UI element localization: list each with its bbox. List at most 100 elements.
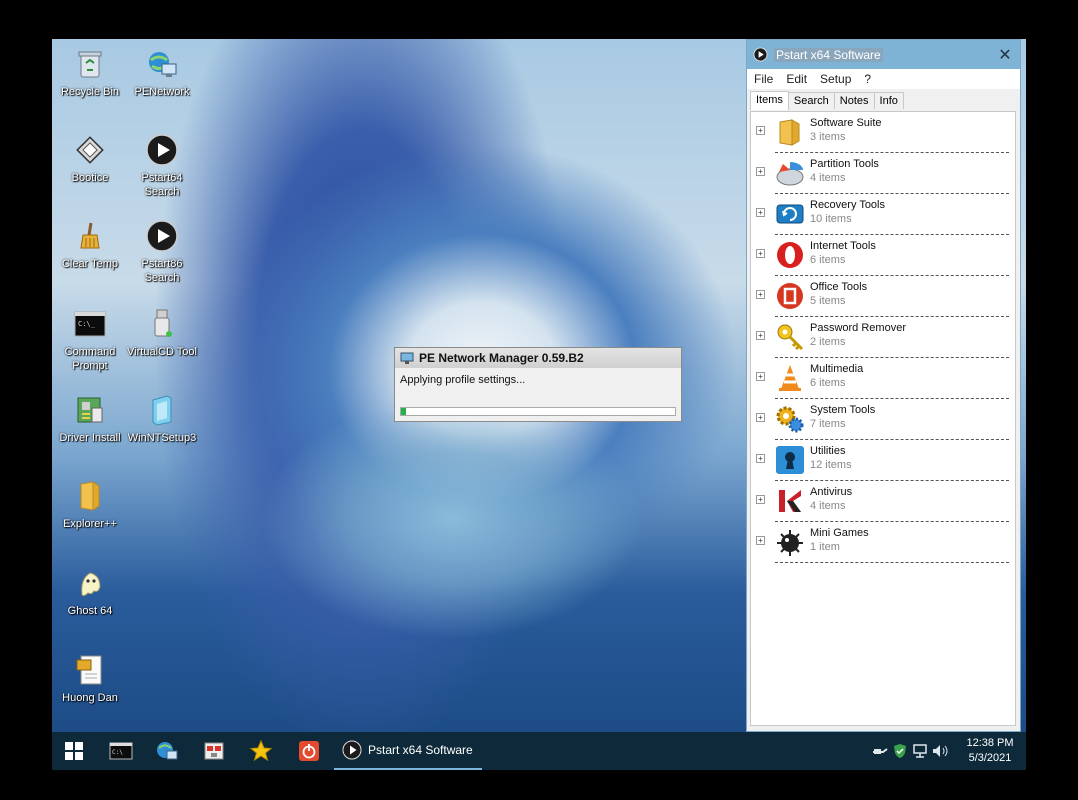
list-item[interactable]: + Recovery Tools 10 items [751, 194, 1015, 235]
system-tray: 12:38 PM 5/3/2021 [870, 732, 1026, 770]
expand-icon[interactable]: + [756, 331, 765, 340]
power-icon[interactable] [295, 737, 323, 765]
desktop-icon-virtualcd-tool[interactable]: VirtualCD Tool [124, 307, 200, 359]
device-manager-icon[interactable] [200, 737, 228, 765]
desktop-icon-label: Huong Dan [62, 692, 118, 704]
taskbar-pstart-button[interactable]: Pstart x64 Software [334, 732, 482, 770]
expand-icon[interactable]: + [756, 208, 765, 217]
taskbar: C:\ Pstart x64 Software 12:38 PM 5/3/202… [52, 732, 1026, 770]
desktop-icon-ghost-64[interactable]: Ghost 64 [52, 566, 128, 618]
expand-icon[interactable]: + [756, 413, 765, 422]
pe-network-manager-dialog[interactable]: PE Network Manager 0.59.B2 Applying prof… [394, 347, 682, 422]
item-count: 5 items [810, 295, 846, 307]
svg-text:C:\_: C:\_ [78, 320, 96, 328]
desktop-icon-label: VirtualCD Tool [127, 346, 197, 358]
document-icon [73, 653, 107, 687]
broom-icon [73, 219, 107, 253]
desktop-icon-driver-install[interactable]: Driver Install [52, 393, 128, 445]
close-icon[interactable]: ✕ [990, 45, 1020, 65]
pstart-logo-icon [753, 47, 768, 62]
expand-icon[interactable]: + [756, 167, 765, 176]
desktop-icon-huong-dan[interactable]: Huong Dan [52, 653, 128, 705]
desktop-icon-label: Bootice [71, 172, 109, 184]
network-globe-icon [145, 47, 179, 81]
item-count: 6 items [810, 377, 846, 389]
list-item[interactable]: + Multimedia 6 items [751, 358, 1015, 399]
usb-drive-icon [145, 307, 179, 341]
terminal-icon: C:\_ [73, 307, 107, 341]
svg-text:C:\: C:\ [112, 749, 123, 756]
menu-file[interactable]: File [754, 72, 773, 86]
desktop-icon-command-prompt[interactable]: C:\_ Command Prompt [52, 307, 128, 373]
desktop-icon-bootice[interactable]: Bootice [52, 133, 128, 185]
star-icon[interactable] [247, 737, 275, 765]
security-shield-icon[interactable] [890, 743, 910, 759]
expand-icon[interactable]: + [756, 249, 765, 258]
list-item[interactable]: + Partition Tools 4 items [751, 153, 1015, 194]
list-item[interactable]: + Mini Games 1 item [751, 522, 1015, 563]
list-item[interactable]: + System Tools 7 items [751, 399, 1015, 440]
dialog-titlebar[interactable]: PE Network Manager 0.59.B2 [395, 348, 681, 368]
item-count: 7 items [810, 418, 846, 430]
list-item[interactable]: + Antivirus 4 items [751, 481, 1015, 522]
divider [775, 562, 1009, 563]
clock-date: 5/3/2021 [968, 752, 1012, 764]
list-item[interactable]: + Office Tools 5 items [751, 276, 1015, 317]
item-count: 2 items [810, 336, 846, 348]
item-name: Internet Tools [810, 240, 876, 252]
terminal-icon[interactable]: C:\ [107, 737, 135, 765]
menu-help[interactable]: ? [864, 72, 871, 86]
network-monitor-icon [400, 352, 414, 365]
driver-install-icon [73, 393, 107, 427]
item-count: 4 items [810, 172, 846, 184]
item-name: Recovery Tools [810, 199, 885, 211]
desktop-icon-pstart64-search[interactable]: Pstart64 Search [124, 133, 200, 199]
desktop-icon-label: Pstart86 Search [141, 258, 183, 284]
network-icon[interactable] [910, 743, 930, 759]
pstart-tabs: Items Search Notes Info [747, 89, 1020, 110]
item-count: 3 items [810, 131, 846, 143]
tab-items[interactable]: Items [750, 91, 789, 110]
expand-icon[interactable]: + [756, 495, 765, 504]
expand-icon[interactable]: + [756, 536, 765, 545]
clock[interactable]: 12:38 PM 5/3/2021 [960, 736, 1020, 766]
menu-setup[interactable]: Setup [820, 72, 851, 86]
menu-edit[interactable]: Edit [786, 72, 807, 86]
pstart-window[interactable]: Pstart x64 Software ✕ File Edit Setup ? … [746, 39, 1021, 732]
desktop-icon-pstart86-search[interactable]: Pstart86 Search [124, 219, 200, 285]
gears-icon [775, 404, 805, 434]
partition-icon [775, 158, 805, 188]
desktop-icon-label: Command Prompt [64, 346, 116, 372]
volume-icon[interactable] [930, 743, 950, 759]
item-count: 12 items [810, 459, 852, 471]
item-count: 4 items [810, 500, 846, 512]
play-circle-icon [342, 740, 362, 760]
list-item[interactable]: + Password Remover 2 items [751, 317, 1015, 358]
desktop-icon-clear-temp[interactable]: Clear Temp [52, 219, 128, 271]
pstart-titlebar[interactable]: Pstart x64 Software ✕ [747, 40, 1020, 69]
desktop-icon-explorer-plus-plus[interactable]: Explorer++ [52, 479, 128, 531]
expand-icon[interactable]: + [756, 372, 765, 381]
item-name: System Tools [810, 404, 876, 416]
play-circle-icon [145, 219, 179, 253]
list-item[interactable]: + Software Suite 3 items [751, 112, 1015, 153]
desktop: Recycle Bin PENetwork Bootice Pstart64 S… [52, 39, 1026, 770]
usb-eject-icon[interactable] [870, 745, 890, 757]
office-icon [775, 281, 805, 311]
expand-icon[interactable]: + [756, 126, 765, 135]
tab-notes[interactable]: Notes [833, 92, 875, 109]
expand-icon[interactable]: + [756, 290, 765, 299]
windows-start-icon[interactable] [60, 737, 88, 765]
network-globe-icon[interactable] [153, 737, 181, 765]
tab-info[interactable]: Info [873, 92, 904, 109]
desktop-icon-winntsetup3[interactable]: WinNTSetup3 [124, 393, 200, 445]
item-count: 10 items [810, 213, 852, 225]
list-item[interactable]: + Internet Tools 6 items [751, 235, 1015, 276]
tab-search[interactable]: Search [787, 92, 835, 109]
expand-icon[interactable]: + [756, 454, 765, 463]
recovery-icon [775, 199, 805, 229]
list-item[interactable]: + Utilities 12 items [751, 440, 1015, 481]
desktop-icon-recycle-bin[interactable]: Recycle Bin [52, 47, 128, 99]
desktop-icon-penetwork[interactable]: PENetwork [124, 47, 200, 99]
folder-icon [775, 117, 805, 147]
